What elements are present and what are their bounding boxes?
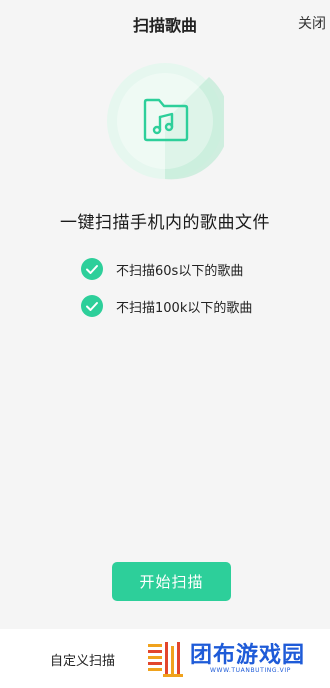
- watermark-title: 团布游戏园: [190, 643, 306, 668]
- check-circle-icon: [81, 295, 103, 317]
- watermark-logo-icon: [148, 642, 183, 677]
- custom-scan-button[interactable]: 自定义扫描: [50, 650, 115, 669]
- watermark-url: WWW.TUANBUTING.VIP: [210, 667, 291, 674]
- scan-songs-screen: 扫描歌曲 关闭 一键扫描手机内的歌曲文件 不扫描60s以下的歌曲 不扫描100k…: [0, 0, 330, 688]
- headline: 一键扫描手机内的歌曲文件: [60, 213, 270, 233]
- start-scan-button[interactable]: 开始扫描: [112, 562, 231, 601]
- feature-item: 不扫描60s以下的歌曲: [81, 258, 243, 280]
- bottom-bar: 自定义扫描 团布游戏园 WWW.TUANBUTING.VIP: [0, 629, 330, 688]
- feature-label: 不扫描60s以下的歌曲: [116, 263, 244, 279]
- top-bar: 扫描歌曲 关闭: [0, 0, 330, 46]
- close-button[interactable]: 关闭: [298, 13, 330, 33]
- page-title: 扫描歌曲: [132, 16, 197, 35]
- check-circle-icon: [81, 258, 103, 280]
- watermark: 团布游戏园 WWW.TUANBUTING.VIP: [146, 635, 326, 683]
- feature-label: 不扫描100k以下的歌曲: [116, 300, 253, 316]
- music-folder-scan-icon: [107, 63, 224, 180]
- feature-item: 不扫描100k以下的歌曲: [81, 295, 252, 317]
